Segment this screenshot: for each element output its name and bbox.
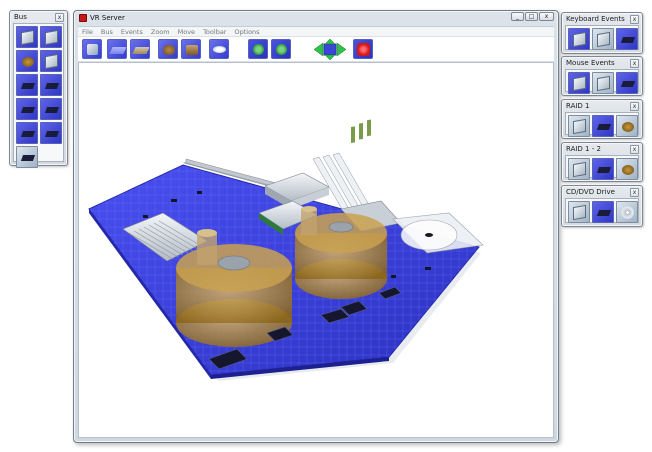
tank-icon[interactable] [158,39,178,59]
drive-item[interactable] [568,201,590,223]
close-icon[interactable]: x [55,13,64,22]
zoom-in-icon[interactable] [248,39,268,59]
cd-dvd-drive-panel: CD/DVD Drive x [561,185,643,227]
app-icon [79,14,87,22]
menu-bar: File Bus Events Zoom Move Toolbar Option… [78,26,554,36]
raid-item[interactable] [568,115,590,137]
raid-1-panel: RAID 1 x [561,99,643,139]
raid-item[interactable] [616,158,638,180]
maximize-button[interactable]: □ [525,12,538,21]
panel-title: Keyboard Events [566,15,625,23]
toolbar [78,36,554,61]
drive-item[interactable] [592,201,614,223]
mouse-events-panel: Mouse Events x [561,56,643,96]
raid-item[interactable] [568,158,590,180]
menu-toolbar[interactable]: Toolbar [199,28,230,36]
menu-options[interactable]: Options [230,28,263,36]
zoom-out-icon[interactable] [271,39,291,59]
vr-server-window: VR Server _ □ x File Bus Events Zoom Mov… [73,10,559,443]
bus-item-thumbnail[interactable] [16,74,38,96]
raid-tank-right [295,206,387,299]
arrow-pad-icon[interactable] [313,39,347,60]
title-bar[interactable]: VR Server _ □ x [74,11,558,25]
bus-item-thumbnail[interactable] [40,122,62,144]
panel-items [565,69,639,94]
minimize-button[interactable]: _ [511,12,524,21]
panel-items [565,155,639,180]
bus-item-thumbnail[interactable] [40,98,62,120]
motherboard-3d-scene [88,119,484,381]
raid-item[interactable] [616,115,638,137]
panel-title: Mouse Events [566,59,615,67]
bus-panel-title: Bus [14,13,27,21]
bus-item-thumbnail[interactable] [40,26,62,48]
bus-item-thumbnail[interactable] [16,146,38,168]
stop-icon[interactable] [353,39,373,59]
menu-bus[interactable]: Bus [97,28,117,36]
bus-item-thumbnail[interactable] [16,26,38,48]
eye-icon[interactable] [209,39,229,59]
close-icon[interactable]: x [630,15,639,24]
view-cube-icon[interactable] [82,39,102,59]
mouse-event-item[interactable] [616,72,638,94]
bus-item-thumbnail[interactable] [16,122,38,144]
bus-item-grid [13,23,64,168]
close-button[interactable]: x [539,12,554,21]
panel-items [565,198,639,223]
pcb-board-icon[interactable] [130,39,150,59]
panel-title: RAID 1 [566,102,590,110]
window-title: VR Server [90,14,125,22]
menu-zoom[interactable]: Zoom [147,28,174,36]
panel-items [565,112,639,137]
menu-file[interactable]: File [78,28,97,36]
close-icon[interactable]: x [630,145,639,154]
cd-disc-icon[interactable] [616,201,638,223]
bus-item-thumbnail[interactable] [40,50,62,72]
mouse-event-item[interactable] [592,72,614,94]
menu-events[interactable]: Events [117,28,147,36]
menu-move[interactable]: Move [174,28,199,36]
keyboard-events-panel: Keyboard Events x [561,12,643,54]
close-icon[interactable]: x [630,102,639,111]
bus-item-thumbnail[interactable] [16,98,38,120]
raid-item[interactable] [592,158,614,180]
bus-item-thumbnail[interactable] [16,50,38,72]
keyboard-event-item[interactable] [568,28,590,50]
panel-title: CD/DVD Drive [566,188,615,196]
close-icon[interactable]: x [630,188,639,197]
3d-viewport[interactable] [78,62,554,438]
panel-items [565,25,639,50]
keyboard-event-item[interactable] [616,28,638,50]
raid-item[interactable] [592,115,614,137]
bus-panel: Bus x [9,10,68,168]
mouse-event-item[interactable] [568,72,590,94]
raid-1-2-panel: RAID 1 - 2 x [561,142,643,182]
bus-item-thumbnail[interactable] [40,74,62,96]
close-icon[interactable]: x [630,59,639,68]
panel-title: RAID 1 - 2 [566,145,601,153]
pcb-board-icon[interactable] [107,39,127,59]
keyboard-event-item[interactable] [592,28,614,50]
drive-icon[interactable] [181,39,201,59]
